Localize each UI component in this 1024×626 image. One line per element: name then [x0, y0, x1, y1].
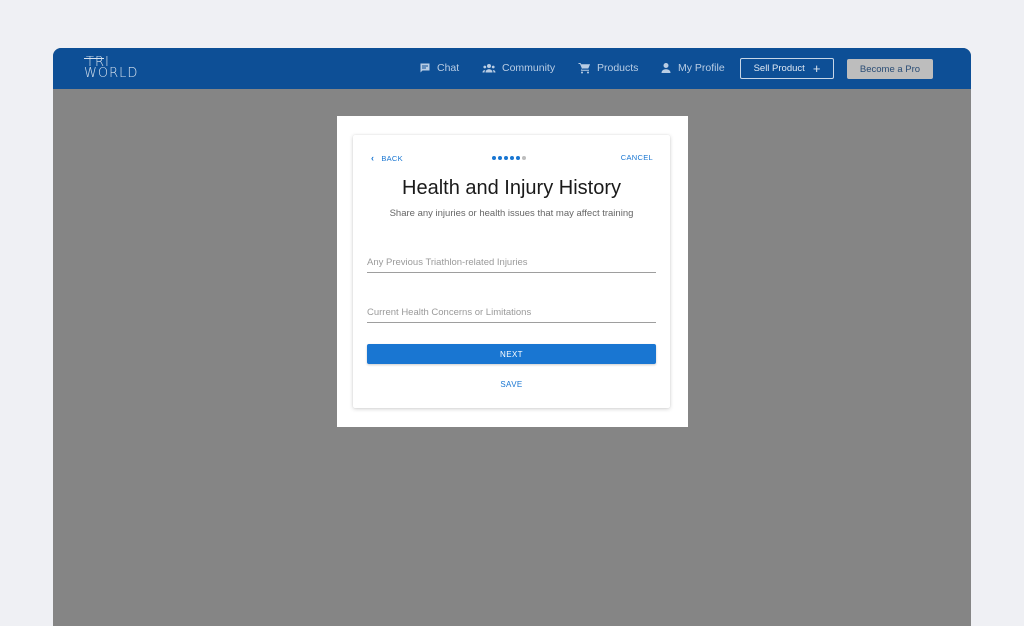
- next-button[interactable]: NEXT: [367, 344, 656, 364]
- step-dot-done: [516, 156, 520, 160]
- community-icon: [482, 64, 496, 73]
- nav-products-label: Products: [597, 62, 639, 74]
- sell-product-button[interactable]: Sell Product +: [740, 58, 834, 79]
- become-pro-button[interactable]: Become a Pro: [847, 59, 933, 79]
- step-dot-done: [492, 156, 496, 160]
- step-dot-done: [510, 156, 514, 160]
- nav-products[interactable]: Products: [578, 60, 638, 76]
- step-dot-done: [498, 156, 502, 160]
- nav-community-label: Community: [502, 62, 556, 74]
- nav-community[interactable]: Community: [482, 60, 555, 76]
- plus-icon: +: [812, 61, 821, 76]
- cart-icon: [578, 63, 591, 74]
- save-button[interactable]: SAVE: [353, 380, 670, 389]
- page-title: Health and Injury History: [402, 177, 621, 199]
- app-window: TRI WORLD Chat Community Products My Pro…: [53, 48, 971, 626]
- step-progress-dots: [492, 156, 526, 160]
- nav-my-profile-label: My Profile: [678, 62, 725, 74]
- back-label: BACK: [381, 153, 403, 163]
- step-dot-done: [504, 156, 508, 160]
- page-subtitle: Share any injuries or health issues that…: [389, 208, 634, 219]
- person-icon: [661, 63, 671, 73]
- back-button[interactable]: ‹ BACK: [371, 153, 403, 163]
- triworld-logo[interactable]: TRI WORLD: [84, 56, 146, 81]
- nav-my-profile[interactable]: My Profile: [660, 60, 725, 76]
- cancel-button[interactable]: CANCEL: [621, 153, 653, 162]
- chat-icon: [420, 63, 430, 73]
- previous-injuries-field[interactable]: Any Previous Triathlon-related Injuries: [367, 257, 656, 273]
- step-dot-pending: [522, 156, 526, 160]
- onboarding-card: ‹ BACK CANCEL Health and Injury History …: [353, 135, 670, 408]
- logo-line-2: WORLD: [84, 66, 139, 81]
- become-pro-label: Become a Pro: [859, 63, 921, 75]
- top-navbar: TRI WORLD Chat Community Products My Pro…: [53, 48, 971, 89]
- nav-chat-label: Chat: [437, 62, 460, 74]
- nav-chat[interactable]: Chat: [419, 60, 459, 76]
- modal-dialog: ‹ BACK CANCEL Health and Injury History …: [337, 116, 688, 427]
- chevron-left-icon: ‹: [371, 153, 375, 163]
- sell-product-label: Sell Product: [753, 63, 805, 74]
- health-concerns-field[interactable]: Current Health Concerns or Limitations: [367, 307, 656, 323]
